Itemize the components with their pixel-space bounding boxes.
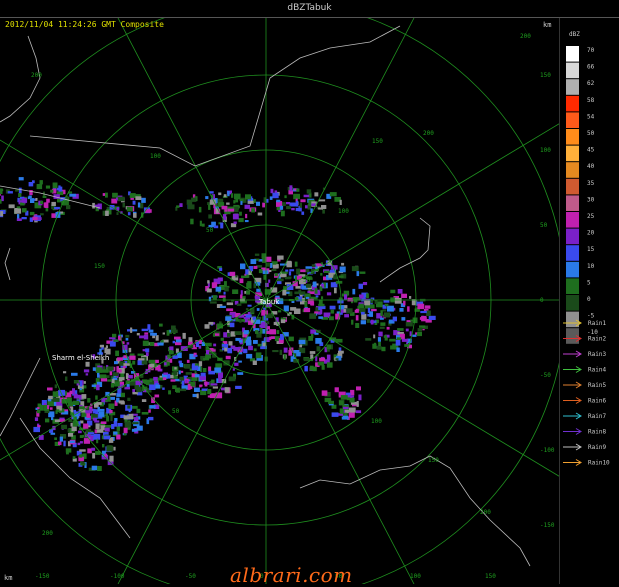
legend-level-label: 30 <box>587 196 595 203</box>
legend-swatch-35 <box>566 179 579 195</box>
x-tick-label: 150 <box>485 573 496 580</box>
legend-level-label: -5 <box>587 313 595 320</box>
legend-level-label: 35 <box>587 180 595 187</box>
ring-range-label: 100 <box>371 418 382 425</box>
rain-track-label: Rain8 <box>588 429 606 436</box>
rain-track-label: Rain9 <box>588 444 606 451</box>
x-tick-label: 100 <box>410 573 421 580</box>
ring-range-label: 200 <box>423 130 434 137</box>
place-sharm: Sharm el-Sheikh <box>52 354 109 362</box>
legend-swatch-54 <box>566 112 579 128</box>
ring-range-label: 150 <box>428 457 439 464</box>
legend-level-label: 66 <box>587 64 595 71</box>
window-title: dBZTabuk <box>0 0 619 18</box>
rain-track-6[interactable]: Rain6 <box>563 398 606 405</box>
legend-level-label: 25 <box>587 213 595 220</box>
legend-swatch-40 <box>566 162 579 178</box>
ring-range-label: 200 <box>42 530 53 537</box>
legend-swatch-30 <box>566 195 579 211</box>
watermark-logo: albrari.com <box>230 563 353 587</box>
ring-range-label: 200 <box>480 509 491 516</box>
x-tick-label: -100 <box>110 573 125 580</box>
legend-level-label: 62 <box>587 80 595 87</box>
y-tick-label: -50 <box>540 372 551 379</box>
y-tick-label: 50 <box>540 222 548 229</box>
rain-track-label: Rain1 <box>588 320 606 327</box>
ring-range-label: 150 <box>372 138 383 145</box>
legend-level-label: 10 <box>587 263 595 270</box>
y-tick-label: 100 <box>540 147 551 154</box>
legend-swatch-10 <box>566 262 579 278</box>
color-legend: dBZ 706662585450454035302520151050-5-10 … <box>559 18 619 584</box>
x-tick-label: -150 <box>35 573 50 580</box>
legend-level-label: 15 <box>587 246 595 253</box>
legend-swatch-45 <box>566 146 579 162</box>
y-tick-label: -100 <box>540 447 555 454</box>
legend-swatch-70 <box>566 46 579 62</box>
rain-track-label: Rain7 <box>588 413 606 420</box>
rain-track-label: Rain6 <box>588 398 606 405</box>
ring-range-label: 150 <box>94 263 105 270</box>
ring-range-label: 200 <box>31 72 42 79</box>
legend-level-label: 58 <box>587 97 595 104</box>
legend-swatch-20 <box>566 229 579 245</box>
legend-level-label: 0 <box>587 296 591 303</box>
rain-track-4[interactable]: Rain4 <box>563 367 606 374</box>
rain-track-9[interactable]: Rain9 <box>563 444 606 451</box>
rain-track-8[interactable]: Rain8 <box>563 429 606 436</box>
ring-range-label: 200 <box>520 33 531 40</box>
legend-swatch-0 <box>566 295 579 311</box>
ring-range-label: 50 <box>303 277 311 284</box>
rain-track-3[interactable]: Rain3 <box>563 351 606 358</box>
legend-level-label: 54 <box>587 113 595 120</box>
legend-level-label: 5 <box>587 279 591 286</box>
legend-title: dBZ <box>569 31 580 38</box>
place-tabuk: Tabuk <box>258 298 280 306</box>
legend-swatch-25 <box>566 212 579 228</box>
km-label-top: km <box>543 21 551 29</box>
legend-level-label: 70 <box>587 47 595 54</box>
rain-track-label: Rain5 <box>588 382 606 389</box>
ring-range-label: 100 <box>150 153 161 160</box>
radar-map[interactable]: 150100500-50-100-150-150-100-50050100150… <box>0 18 560 584</box>
x-tick-label: -50 <box>185 573 196 580</box>
rain-track-label: Rain3 <box>588 351 606 358</box>
rain-track-10[interactable]: Rain10 <box>563 460 610 467</box>
rain-track-5[interactable]: Rain5 <box>563 382 606 389</box>
y-tick-label: 150 <box>540 72 551 79</box>
ring-range-label: 50 <box>206 227 214 234</box>
rain-track-label: Rain4 <box>588 367 606 374</box>
timestamp: 2012/11/04 11:24:26 GMT Composite <box>5 20 164 29</box>
legend-swatch-5 <box>566 278 579 294</box>
legend-level-label: 45 <box>587 147 595 154</box>
y-tick-label: 0 <box>540 297 544 304</box>
ring-range-label: 100 <box>338 208 349 215</box>
rain-track-label: Rain10 <box>588 460 610 467</box>
legend-swatch-62 <box>566 79 579 95</box>
ring-range-label: 50 <box>172 408 180 415</box>
y-tick-label: -150 <box>540 522 555 529</box>
km-label-bottom: km <box>4 574 12 582</box>
rain-track-7[interactable]: Rain7 <box>563 413 606 420</box>
legend-level-label: 40 <box>587 163 595 170</box>
legend-level-label: 50 <box>587 130 595 137</box>
rain-track-label: Rain2 <box>588 336 606 343</box>
legend-swatch-66 <box>566 63 579 79</box>
legend-level-label: 20 <box>587 230 595 237</box>
legend-swatch-15 <box>566 245 579 261</box>
legend-swatch-50 <box>566 129 579 145</box>
legend-swatch-58 <box>566 96 579 112</box>
